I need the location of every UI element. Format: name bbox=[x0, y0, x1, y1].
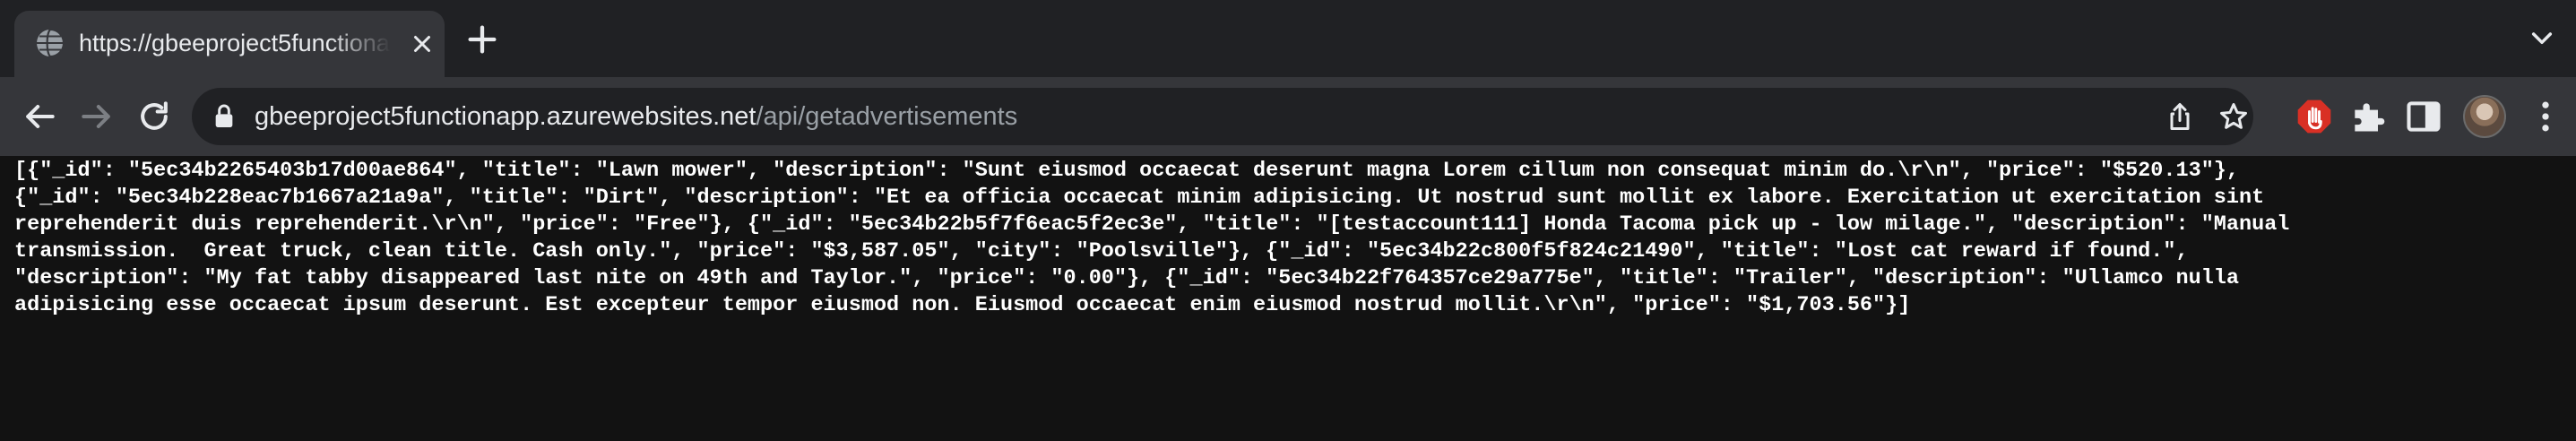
tab-strip: https://gbeeproject5functionapp.azureweb… bbox=[0, 0, 2576, 77]
star-icon[interactable] bbox=[2217, 100, 2250, 133]
chevron-down-icon[interactable] bbox=[2528, 23, 2556, 52]
json-line: "description": "My fat tabby disappeared… bbox=[14, 266, 2240, 290]
stop-hand-icon[interactable] bbox=[2295, 97, 2334, 136]
reload-icon[interactable] bbox=[134, 97, 174, 136]
puzzle-icon[interactable] bbox=[2348, 97, 2388, 136]
address-bar[interactable]: gbeeproject5functionapp.azurewebsites.ne… bbox=[192, 88, 2253, 145]
arrow-right-icon[interactable] bbox=[77, 97, 117, 136]
arrow-left-icon[interactable] bbox=[20, 97, 59, 136]
kebab-menu-icon[interactable] bbox=[2526, 97, 2565, 136]
url-host: gbeeproject5functionapp.azurewebsites.ne… bbox=[255, 102, 756, 131]
toolbar: gbeeproject5functionapp.azurewebsites.ne… bbox=[0, 77, 2576, 156]
side-panel-icon[interactable] bbox=[2404, 97, 2443, 136]
url-path: /api/getadvertisements bbox=[756, 102, 1018, 131]
json-line: reprehenderit duis reprehenderit.\r\n", … bbox=[14, 212, 2290, 237]
share-icon[interactable] bbox=[2164, 100, 2196, 133]
close-icon[interactable] bbox=[409, 30, 436, 57]
lock-icon[interactable] bbox=[210, 102, 238, 131]
json-line: [{"_id": "5ec34b2265403b17d00ae864", "ti… bbox=[14, 159, 2240, 183]
avatar[interactable] bbox=[2463, 95, 2506, 138]
json-line: adipisicing esse occaecat ipsum deserunt… bbox=[14, 293, 1911, 317]
json-line: {"_id": "5ec34b228eac7b1667a21a9a", "tit… bbox=[14, 186, 2265, 210]
tab-active[interactable]: https://gbeeproject5functionapp.azureweb… bbox=[14, 11, 445, 77]
url-text[interactable]: gbeeproject5functionapp.azurewebsites.ne… bbox=[255, 88, 1017, 145]
tab-title: https://gbeeproject5functionapp.azureweb… bbox=[79, 30, 391, 56]
page-content: [{"_id": "5ec34b2265403b17d00ae864", "ti… bbox=[0, 156, 2576, 441]
json-line: transmission. Great truck, clean title. … bbox=[14, 239, 2189, 264]
globe-icon bbox=[37, 28, 65, 58]
json-response: [{"_id": "5ec34b2265403b17d00ae864", "ti… bbox=[14, 158, 2562, 319]
plus-icon[interactable] bbox=[464, 22, 500, 57]
